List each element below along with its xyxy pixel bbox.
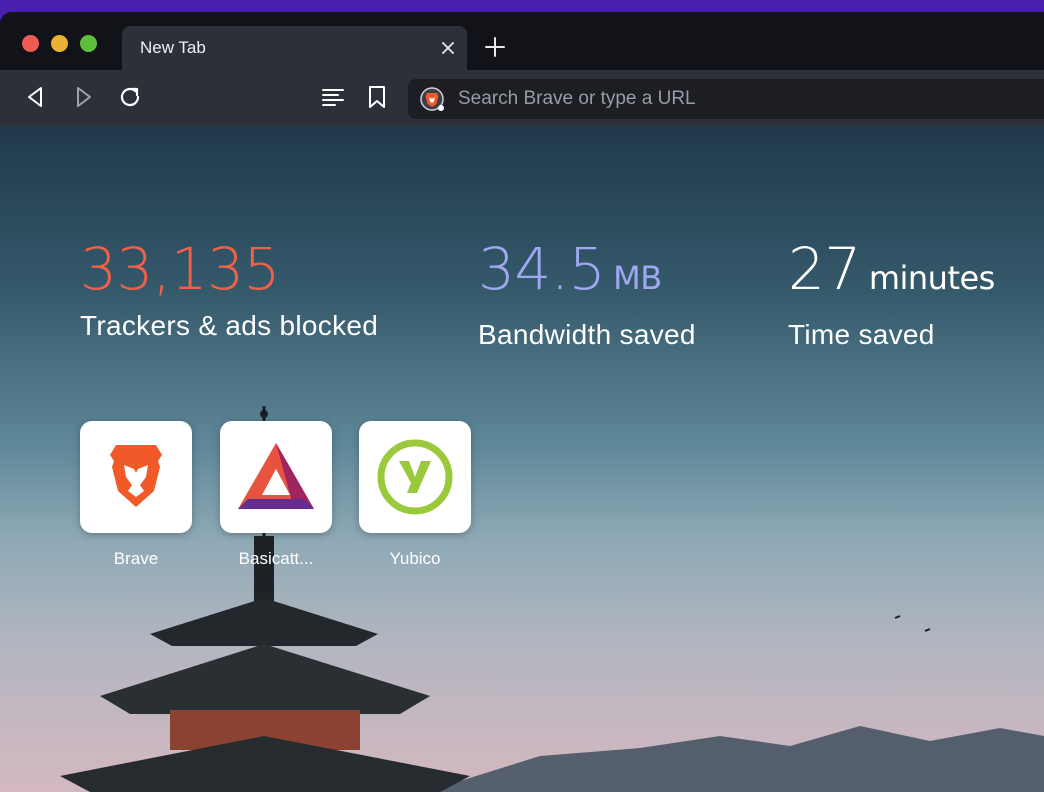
- tab-title: New Tab: [140, 38, 206, 57]
- stat-bandwidth-saved: 34.5 MB Bandwidth saved: [478, 236, 696, 351]
- brave-lion-icon: [110, 445, 162, 507]
- tab-new-tab[interactable]: New Tab: [122, 26, 467, 70]
- site-tile[interactable]: [80, 421, 192, 533]
- brave-shields-icon[interactable]: [419, 86, 445, 112]
- bookmark-icon[interactable]: [364, 84, 390, 110]
- tab-strip: New Tab: [0, 12, 1044, 70]
- top-site-basicattention[interactable]: Basicatt...: [220, 421, 332, 569]
- top-site-brave[interactable]: Brave: [80, 421, 192, 569]
- site-tile[interactable]: [220, 421, 332, 533]
- new-tab-page: 33,135 Trackers & ads blocked 34.5 MB Ban…: [0, 126, 1044, 792]
- reload-icon[interactable]: [117, 84, 143, 110]
- forward-icon[interactable]: [70, 84, 96, 110]
- maximize-window-button[interactable]: [80, 35, 97, 52]
- new-tab-button[interactable]: [484, 36, 506, 58]
- stat-label: Time saved: [788, 319, 935, 350]
- stat-label: Trackers & ads blocked: [80, 310, 379, 341]
- browser-window: New Tab Search Brave or type a URL 33,13…: [0, 12, 1044, 792]
- minimize-window-button[interactable]: [51, 35, 68, 52]
- stat-trackers-blocked: 33,135 Trackers & ads blocked: [80, 236, 378, 342]
- stat-unit: minutes: [868, 259, 996, 297]
- stat-unit: MB: [613, 259, 662, 297]
- stat-time-saved: 27 minutes Time saved: [788, 236, 995, 351]
- stat-value: 27 minutes: [788, 235, 996, 303]
- stat-value: 33,135: [80, 235, 280, 303]
- site-tile[interactable]: [359, 421, 471, 533]
- close-icon[interactable]: [437, 37, 459, 59]
- toolbar: Search Brave or type a URL: [0, 70, 1044, 126]
- reader-mode-icon[interactable]: [320, 84, 346, 110]
- yubico-icon: [377, 439, 453, 515]
- site-label: Yubico: [389, 549, 441, 568]
- stat-label: Bandwidth saved: [478, 319, 696, 350]
- search-input[interactable]: Search Brave or type a URL: [458, 88, 696, 110]
- top-site-yubico[interactable]: Yubico: [359, 421, 471, 569]
- site-label: Basicatt...: [238, 549, 314, 568]
- back-icon[interactable]: [23, 84, 49, 110]
- site-label: Brave: [113, 549, 159, 568]
- stat-value: 34.5 MB: [478, 235, 662, 303]
- address-bar[interactable]: Search Brave or type a URL: [408, 79, 1044, 119]
- close-window-button[interactable]: [22, 35, 39, 52]
- bat-triangle-icon: [238, 443, 314, 509]
